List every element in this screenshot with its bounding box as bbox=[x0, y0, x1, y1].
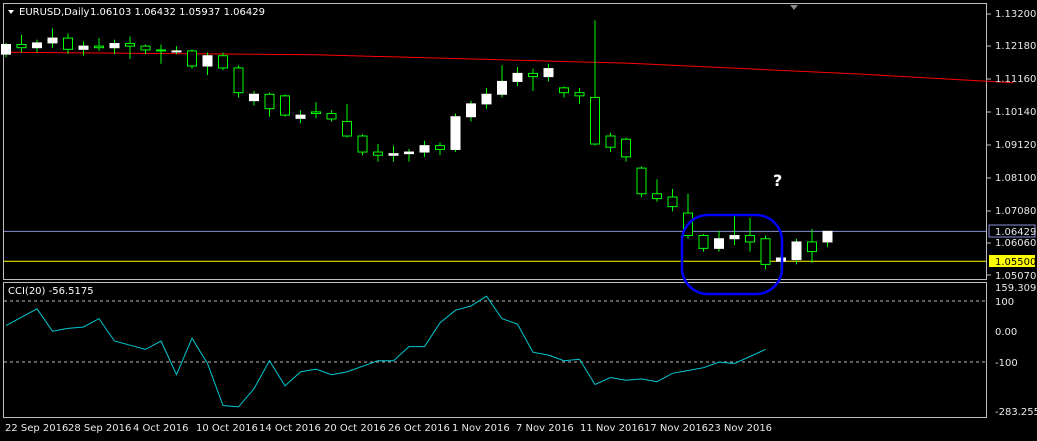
candle-body bbox=[419, 145, 430, 153]
candle-body bbox=[342, 121, 352, 137]
date-label: 23 Nov 2016 bbox=[708, 423, 772, 434]
candle-body bbox=[357, 135, 368, 153]
candle-body bbox=[497, 80, 507, 95]
support-price-label: 1.05500 bbox=[995, 257, 1036, 268]
date-label: 20 Oct 2016 bbox=[324, 423, 386, 434]
candle bbox=[450, 113, 461, 153]
date-label: 10 Oct 2016 bbox=[196, 423, 258, 434]
candle-body bbox=[94, 45, 104, 49]
candle-body bbox=[78, 45, 89, 50]
candle-body bbox=[450, 116, 461, 150]
candle-body bbox=[714, 238, 724, 249]
candle-body bbox=[171, 50, 182, 53]
candle-body bbox=[621, 138, 631, 158]
date-axis: 22 Sep 2016 28 Sep 2016 4 Oct 2016 10 Oc… bbox=[5, 423, 772, 434]
candle bbox=[357, 134, 368, 156]
candle-body bbox=[667, 196, 678, 208]
candle-body bbox=[16, 43, 27, 49]
candle-body bbox=[311, 111, 321, 115]
candle-body bbox=[466, 103, 476, 118]
candle-body bbox=[760, 238, 771, 265]
candle-body bbox=[47, 37, 58, 44]
date-label: 28 Sep 2016 bbox=[68, 423, 131, 434]
candle-body bbox=[404, 151, 414, 155]
candle-body bbox=[605, 135, 616, 148]
price-tick-label: 1.10140 bbox=[995, 107, 1036, 118]
date-label: 11 Nov 2016 bbox=[580, 423, 644, 434]
cci-tick-label: -100 bbox=[995, 358, 1018, 369]
candle-body bbox=[388, 153, 399, 156]
candle-body bbox=[652, 193, 662, 200]
price-axis: 1.13200 1.12180 1.11160 1.10140 1.09120 … bbox=[987, 9, 1036, 282]
symbol-label: EURUSD,Daily bbox=[19, 7, 90, 18]
candle-body bbox=[109, 43, 120, 49]
price-tick-label: 1.07080 bbox=[995, 206, 1036, 217]
date-label: 17 Nov 2016 bbox=[644, 423, 708, 434]
candle-body bbox=[125, 43, 135, 47]
price-tick-label: 1.13200 bbox=[995, 9, 1036, 20]
question-annotation: ? bbox=[773, 171, 782, 190]
candle-body bbox=[636, 167, 647, 195]
candle-body bbox=[202, 55, 213, 67]
candle-body bbox=[218, 55, 228, 69]
price-tick-label: 1.09120 bbox=[995, 140, 1036, 151]
candle-body bbox=[187, 50, 197, 67]
date-label: 14 Oct 2016 bbox=[259, 423, 321, 434]
candle bbox=[280, 94, 290, 117]
candle-body bbox=[528, 72, 538, 78]
candle-body bbox=[140, 45, 151, 51]
ohlc-label: 1.06103 1.06432 1.05937 1.06429 bbox=[90, 7, 265, 18]
candle-body bbox=[729, 235, 740, 240]
price-tick-label: 1.12180 bbox=[995, 41, 1036, 52]
date-label: 4 Oct 2016 bbox=[133, 423, 188, 434]
candle-body bbox=[63, 37, 73, 50]
date-label: 1 Nov 2016 bbox=[452, 423, 510, 434]
candle-body bbox=[249, 93, 259, 102]
candle bbox=[636, 166, 647, 197]
price-tick-label: 1.11160 bbox=[995, 74, 1036, 85]
candle-body bbox=[373, 151, 383, 156]
price-tick-label: 1.05070 bbox=[995, 271, 1036, 282]
candle-body bbox=[698, 235, 709, 249]
candle-body bbox=[264, 93, 275, 110]
chart-background bbox=[0, 0, 1037, 441]
candle-body bbox=[590, 96, 600, 145]
candle-body bbox=[1, 43, 11, 55]
candle-body bbox=[745, 235, 755, 243]
candle bbox=[187, 49, 197, 69]
candle-body bbox=[791, 241, 802, 261]
candle-body bbox=[435, 145, 445, 150]
candle-body bbox=[32, 42, 42, 49]
candle-body bbox=[512, 72, 523, 82]
chart-canvas: EURUSD,Daily 1.06103 1.06432 1.05937 1.0… bbox=[0, 0, 1037, 441]
candle bbox=[760, 235, 771, 270]
cci-tick-label: 0.00 bbox=[995, 327, 1017, 338]
candle-body bbox=[295, 114, 306, 119]
cci-tick-label: -283.2553 bbox=[995, 407, 1037, 418]
date-label: 26 Oct 2016 bbox=[388, 423, 450, 434]
cci-tick-label: 159.3097 bbox=[995, 283, 1037, 294]
date-label: 22 Sep 2016 bbox=[5, 423, 68, 434]
price-tick-label: 1.08100 bbox=[995, 173, 1036, 184]
cci-title: CCI(20) -56.5175 bbox=[8, 286, 94, 297]
candle bbox=[233, 65, 244, 98]
date-label: 7 Nov 2016 bbox=[516, 423, 574, 434]
candle-body bbox=[156, 49, 166, 52]
candle-body bbox=[574, 92, 585, 97]
price-tick-label: 1.06060 bbox=[995, 238, 1036, 249]
candle-body bbox=[280, 95, 290, 116]
cci-tick-label: 100 bbox=[995, 297, 1014, 308]
current-price-label: 1.06429 bbox=[995, 227, 1036, 238]
candle-body bbox=[543, 68, 554, 78]
candle-body bbox=[481, 93, 492, 105]
candle-body bbox=[326, 113, 337, 120]
candle-body bbox=[233, 67, 244, 94]
candle-body bbox=[807, 241, 817, 253]
candle-body bbox=[559, 87, 569, 94]
candle-body bbox=[822, 230, 833, 243]
